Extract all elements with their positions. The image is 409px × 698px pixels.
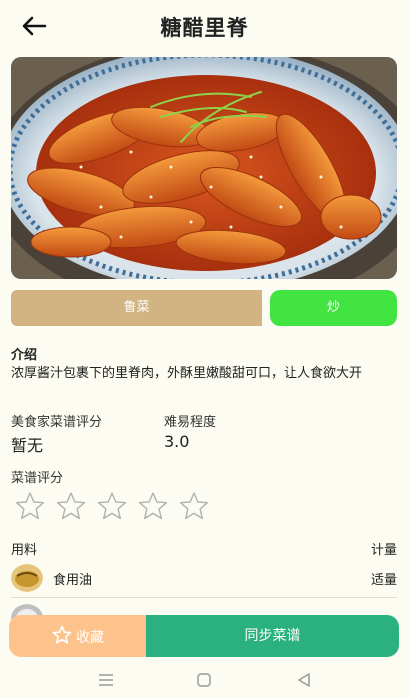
back-triangle-icon[interactable] [294,670,314,690]
cuisine-tag[interactable]: 鲁菜 [11,290,262,326]
ingredient-row[interactable]: 食用油 适量 [11,562,397,594]
gourmet-rating-value: 暂无 [11,436,44,455]
sync-recipe-button[interactable]: 同步菜谱 [146,615,399,657]
favorite-label: 收藏 [76,630,104,646]
ingredient-name: 食用油 [53,573,93,588]
rating-star-3[interactable] [96,490,128,522]
rating-star-2[interactable] [55,490,87,522]
menu-icon[interactable] [96,670,116,690]
rating-star-1[interactable] [14,490,46,522]
ingredient-thumbnail [11,564,43,592]
dish-photo [11,57,397,279]
star-outline-icon [52,625,72,644]
ingredients-label: 用料 [11,543,38,558]
gourmet-rating-label: 美食家菜谱评分 [11,415,103,430]
bottom-action-bar: 收藏 同步菜谱 [9,615,399,657]
divider [11,597,397,598]
page-title: 糖醋里脊 [160,16,249,40]
rating-star-5[interactable] [178,490,210,522]
ingredients-header: 用料 计量 [11,539,397,558]
difficulty-label: 难易程度 [164,415,217,430]
cooking-method-tag[interactable]: 炒 [270,290,397,326]
app-header: 糖醋里脊 [0,0,409,52]
system-nav-bar [0,662,409,698]
amount-label: 计量 [370,543,397,558]
user-rating-label: 菜谱评分 [11,471,64,486]
favorite-button[interactable]: 收藏 [9,615,146,657]
ingredient-amount: 适量 [370,573,397,588]
intro-heading: 介绍 [11,348,38,363]
rating-star-4[interactable] [137,490,169,522]
tag-row: 鲁菜 炒 [11,290,397,326]
difficulty-value: 3.0 [164,432,190,451]
home-square-icon[interactable] [194,670,214,690]
rating-stars [14,490,224,522]
intro-text: 浓厚酱汁包裹下的里脊肉，外酥里嫩酸甜可口，让人食欲大开 [11,366,363,381]
